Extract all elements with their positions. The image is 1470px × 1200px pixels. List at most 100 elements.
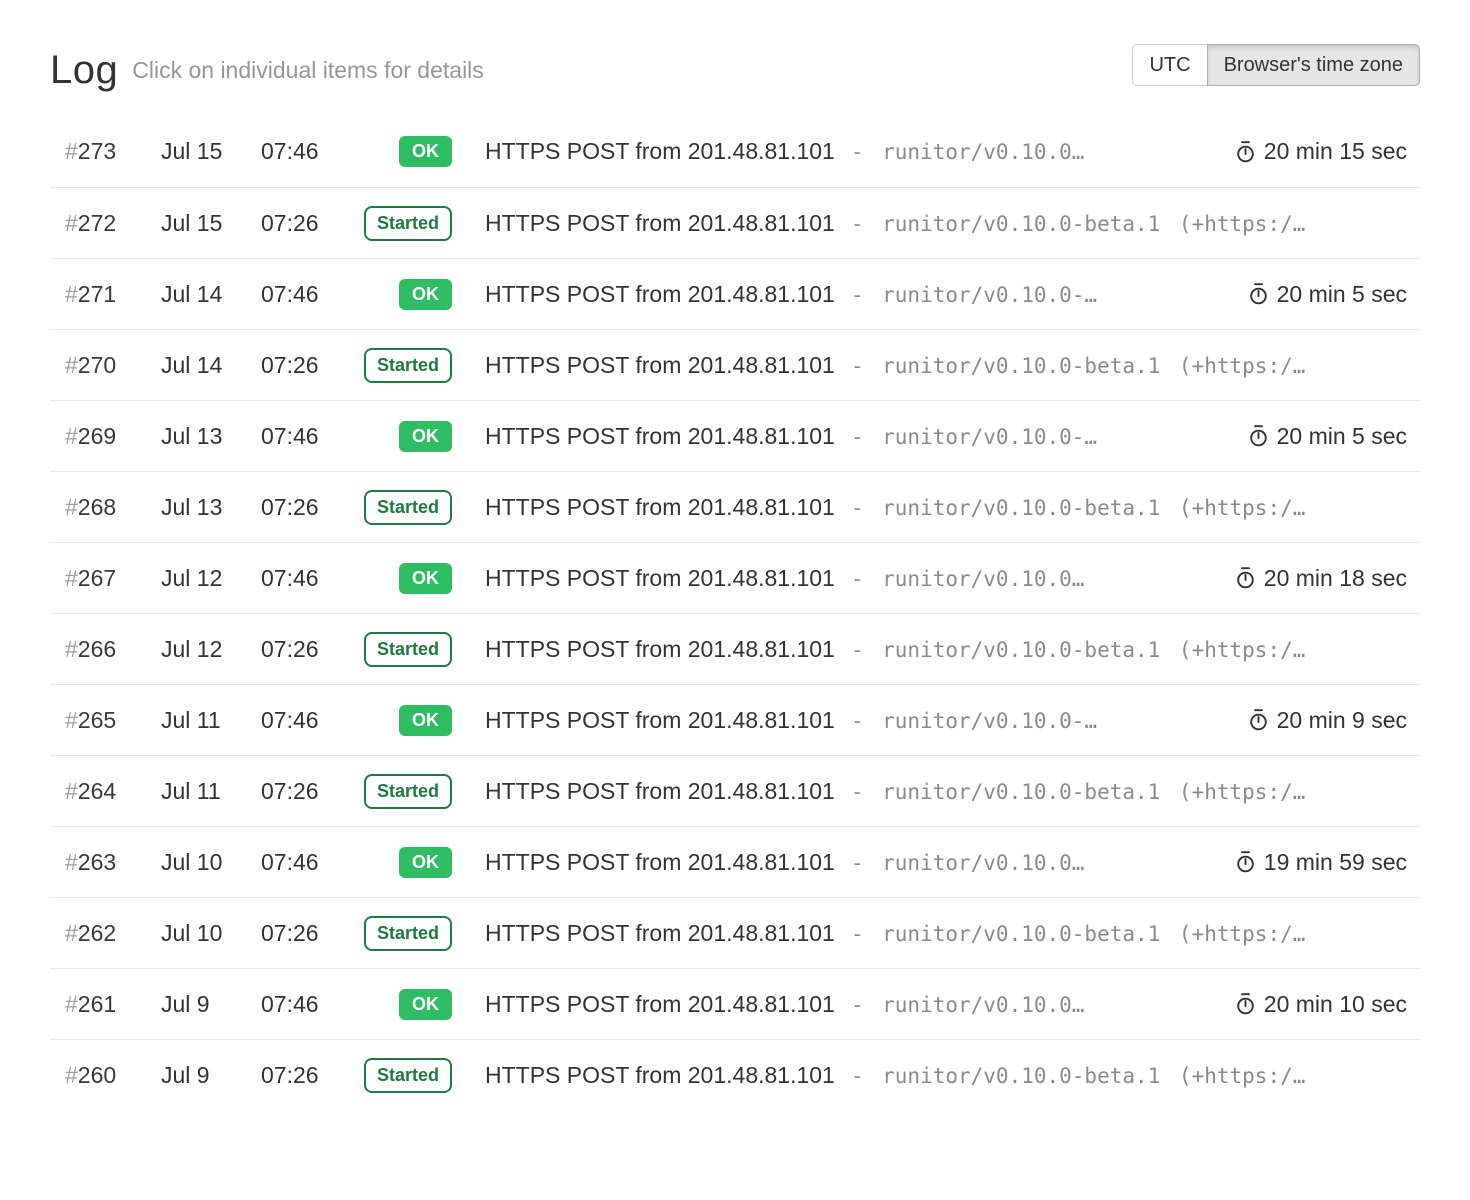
status-badge: OK (399, 563, 452, 594)
log-row[interactable]: #261 Jul 9 07:46 OK HTTPS POST from 201.… (50, 968, 1420, 1039)
hash-prefix: # (65, 920, 78, 946)
stopwatch-icon (1248, 282, 1269, 306)
hash-prefix: # (65, 636, 78, 662)
request-source-text: HTTPS POST from 201.48.81.101 (485, 281, 835, 308)
check-number: #268 (65, 494, 161, 521)
status-badge: Started (364, 632, 452, 667)
log-row[interactable]: #260 Jul 9 07:26 Started HTTPS POST from… (50, 1039, 1420, 1110)
page-header: Log Click on individual items for detail… (50, 44, 1420, 96)
event-date: Jul 10 (161, 849, 261, 876)
hash-prefix: # (65, 352, 78, 378)
status-badge: OK (399, 421, 452, 452)
user-agent-text: - runitor/v0.10.0-beta.1 (+https:/… (851, 354, 1306, 378)
check-number: #273 (65, 138, 161, 165)
status-badge-cell: Started (358, 1058, 452, 1093)
event-description: HTTPS POST from 201.48.81.101 - runitor/… (485, 778, 1420, 805)
status-badge: Started (364, 774, 452, 809)
event-description: HTTPS POST from 201.48.81.101 - runitor/… (485, 920, 1420, 947)
user-agent-text: - runitor/v0.10.0-beta.1 (+https:/… (851, 212, 1306, 236)
request-source-text: HTTPS POST from 201.48.81.101 (485, 565, 835, 592)
duration-cell: 20 min 15 sec (1235, 138, 1407, 165)
duration-text: 20 min 10 sec (1264, 991, 1407, 1018)
stopwatch-icon (1248, 708, 1269, 732)
log-page: Log Click on individual items for detail… (50, 44, 1420, 1110)
user-agent-text: - runitor/v0.10.0… (851, 993, 1085, 1017)
status-badge: Started (364, 1058, 452, 1093)
browser-timezone-button[interactable]: Browser's time zone (1207, 44, 1420, 86)
event-date: Jul 9 (161, 1062, 261, 1089)
event-description: HTTPS POST from 201.48.81.101 - runitor/… (485, 991, 1217, 1018)
user-agent-text: - runitor/v0.10.0-beta.1 (+https:/… (851, 1064, 1306, 1088)
request-source-text: HTTPS POST from 201.48.81.101 (485, 352, 835, 379)
log-row[interactable]: #269 Jul 13 07:46 OK HTTPS POST from 201… (50, 400, 1420, 471)
duration-cell: 20 min 18 sec (1235, 565, 1407, 592)
user-agent-text: - runitor/v0.10.0… (851, 567, 1085, 591)
event-description: HTTPS POST from 201.48.81.101 - runitor/… (485, 707, 1230, 734)
event-date: Jul 13 (161, 423, 261, 450)
event-description: HTTPS POST from 201.48.81.101 - runitor/… (485, 636, 1420, 663)
event-time: 07:26 (261, 494, 358, 521)
log-row[interactable]: #264 Jul 11 07:26 Started HTTPS POST fro… (50, 755, 1420, 826)
status-badge-cell: Started (358, 348, 452, 383)
log-row[interactable]: #266 Jul 12 07:26 Started HTTPS POST fro… (50, 613, 1420, 684)
event-time: 07:46 (261, 849, 358, 876)
utc-button[interactable]: UTC (1132, 44, 1206, 86)
duration-cell: 20 min 5 sec (1248, 281, 1407, 308)
event-description: HTTPS POST from 201.48.81.101 - runitor/… (485, 494, 1420, 521)
event-date: Jul 12 (161, 565, 261, 592)
hash-prefix: # (65, 423, 78, 449)
user-agent-text: - runitor/v0.10.0-beta.1 (+https:/… (851, 922, 1306, 946)
log-row[interactable]: #265 Jul 11 07:46 OK HTTPS POST from 201… (50, 684, 1420, 755)
status-badge: OK (399, 847, 452, 878)
log-row[interactable]: #268 Jul 13 07:26 Started HTTPS POST fro… (50, 471, 1420, 542)
status-badge-cell: OK (358, 847, 452, 878)
hash-prefix: # (65, 1062, 78, 1088)
event-date: Jul 14 (161, 281, 261, 308)
event-date: Jul 9 (161, 991, 261, 1018)
duration-cell: 20 min 10 sec (1235, 991, 1407, 1018)
event-date: Jul 14 (161, 352, 261, 379)
status-badge-cell: OK (358, 989, 452, 1020)
duration-text: 20 min 5 sec (1277, 281, 1407, 308)
hash-prefix: # (65, 138, 78, 164)
hash-prefix: # (65, 778, 78, 804)
status-badge: Started (364, 916, 452, 951)
hash-prefix: # (65, 281, 78, 307)
status-badge-cell: OK (358, 136, 452, 167)
event-date: Jul 10 (161, 920, 261, 947)
stopwatch-icon (1235, 992, 1256, 1016)
event-description: HTTPS POST from 201.48.81.101 - runitor/… (485, 352, 1420, 379)
log-row[interactable]: #270 Jul 14 07:26 Started HTTPS POST fro… (50, 329, 1420, 400)
log-row[interactable]: #267 Jul 12 07:46 OK HTTPS POST from 201… (50, 542, 1420, 613)
event-description: HTTPS POST from 201.48.81.101 - runitor/… (485, 210, 1420, 237)
user-agent-text: - runitor/v0.10.0-… (851, 283, 1097, 307)
log-row[interactable]: #273 Jul 15 07:46 OK HTTPS POST from 201… (50, 116, 1420, 187)
check-number: #266 (65, 636, 161, 663)
event-time: 07:46 (261, 565, 358, 592)
stopwatch-icon (1235, 140, 1256, 164)
event-description: HTTPS POST from 201.48.81.101 - runitor/… (485, 565, 1217, 592)
hash-prefix: # (65, 991, 78, 1017)
event-time: 07:46 (261, 423, 358, 450)
event-time: 07:46 (261, 707, 358, 734)
duration-cell: 20 min 9 sec (1248, 707, 1407, 734)
check-number: #262 (65, 920, 161, 947)
status-badge: OK (399, 705, 452, 736)
event-date: Jul 15 (161, 210, 261, 237)
status-badge-cell: OK (358, 421, 452, 452)
status-badge: OK (399, 989, 452, 1020)
event-time: 07:46 (261, 991, 358, 1018)
status-badge-cell: OK (358, 563, 452, 594)
request-source-text: HTTPS POST from 201.48.81.101 (485, 920, 835, 947)
hash-prefix: # (65, 707, 78, 733)
log-row[interactable]: #262 Jul 10 07:26 Started HTTPS POST fro… (50, 897, 1420, 968)
log-row[interactable]: #272 Jul 15 07:26 Started HTTPS POST fro… (50, 187, 1420, 258)
request-source-text: HTTPS POST from 201.48.81.101 (485, 849, 835, 876)
log-row[interactable]: #263 Jul 10 07:46 OK HTTPS POST from 201… (50, 826, 1420, 897)
check-number: #270 (65, 352, 161, 379)
log-table: #273 Jul 15 07:46 OK HTTPS POST from 201… (50, 116, 1420, 1110)
status-badge-cell: Started (358, 490, 452, 525)
log-row[interactable]: #271 Jul 14 07:46 OK HTTPS POST from 201… (50, 258, 1420, 329)
request-source-text: HTTPS POST from 201.48.81.101 (485, 494, 835, 521)
event-date: Jul 11 (161, 778, 261, 805)
